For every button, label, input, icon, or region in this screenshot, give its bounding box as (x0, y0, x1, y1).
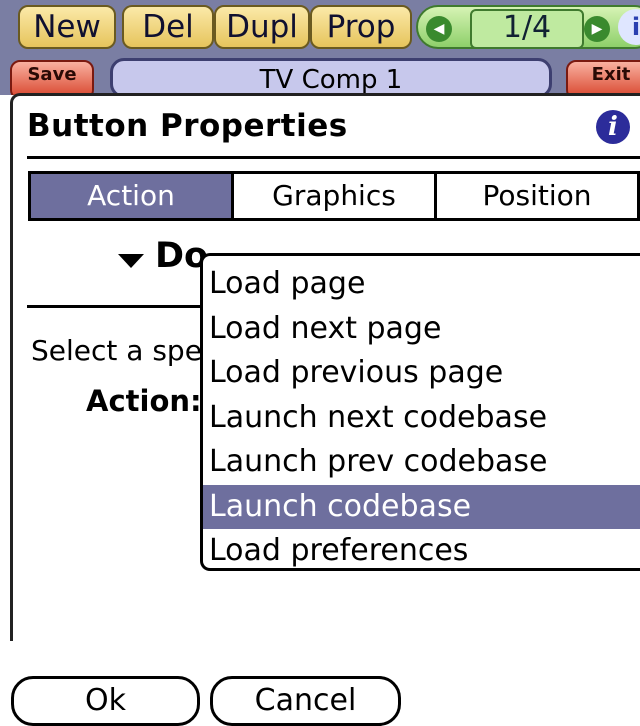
list-item-launch-codebase[interactable]: Launch codebase (203, 484, 640, 529)
page-counter: 1/4 (470, 9, 584, 49)
list-item-load-next-page[interactable]: Load next page (203, 307, 640, 352)
hint-text: Select a special action (31, 334, 211, 367)
page-navigator: ◀ 1/4 ▶ i (416, 5, 640, 49)
list-item-load-page[interactable]: Load page (203, 262, 640, 307)
toolbar: New Del Dupl Prop ◀ 1/4 ▶ i Save TV Comp… (0, 0, 640, 95)
save-button[interactable]: Save (10, 60, 94, 95)
list-item-load-previous-page[interactable]: Load previous page (203, 351, 640, 396)
dropdown-arrow-icon[interactable] (118, 254, 144, 268)
new-button[interactable]: New (18, 5, 116, 49)
title-divider (27, 156, 640, 159)
delete-button[interactable]: Del (122, 5, 214, 49)
special-action-popup-list: Load page Load next page Load previous p… (200, 253, 640, 571)
duplicate-button[interactable]: Dupl (214, 5, 310, 49)
left-arrow-icon[interactable]: ◀ (426, 16, 452, 42)
tab-graphics[interactable]: Graphics (231, 174, 434, 218)
right-arrow-icon[interactable]: ▶ (584, 16, 610, 42)
action-label: Action: (86, 384, 202, 418)
info-icon[interactable]: i (596, 110, 630, 144)
device-name-field[interactable]: TV Comp 1 (110, 58, 552, 95)
properties-button[interactable]: Prop (310, 5, 412, 49)
tab-bar: Action Graphics Position (28, 171, 640, 221)
info-icon[interactable]: i (618, 9, 640, 45)
cancel-button[interactable]: Cancel (210, 676, 401, 726)
list-item-load-preferences[interactable]: Load preferences (203, 529, 640, 574)
exit-button[interactable]: Exit (566, 60, 640, 95)
tab-position[interactable]: Position (434, 174, 637, 218)
list-item-launch-prev-codebase[interactable]: Launch prev codebase (203, 440, 640, 485)
tab-action[interactable]: Action (31, 174, 231, 218)
list-item-launch-next-codebase[interactable]: Launch next codebase (203, 396, 640, 441)
dialog-title: Button Properties (27, 108, 348, 144)
ok-button[interactable]: Ok (11, 676, 200, 726)
